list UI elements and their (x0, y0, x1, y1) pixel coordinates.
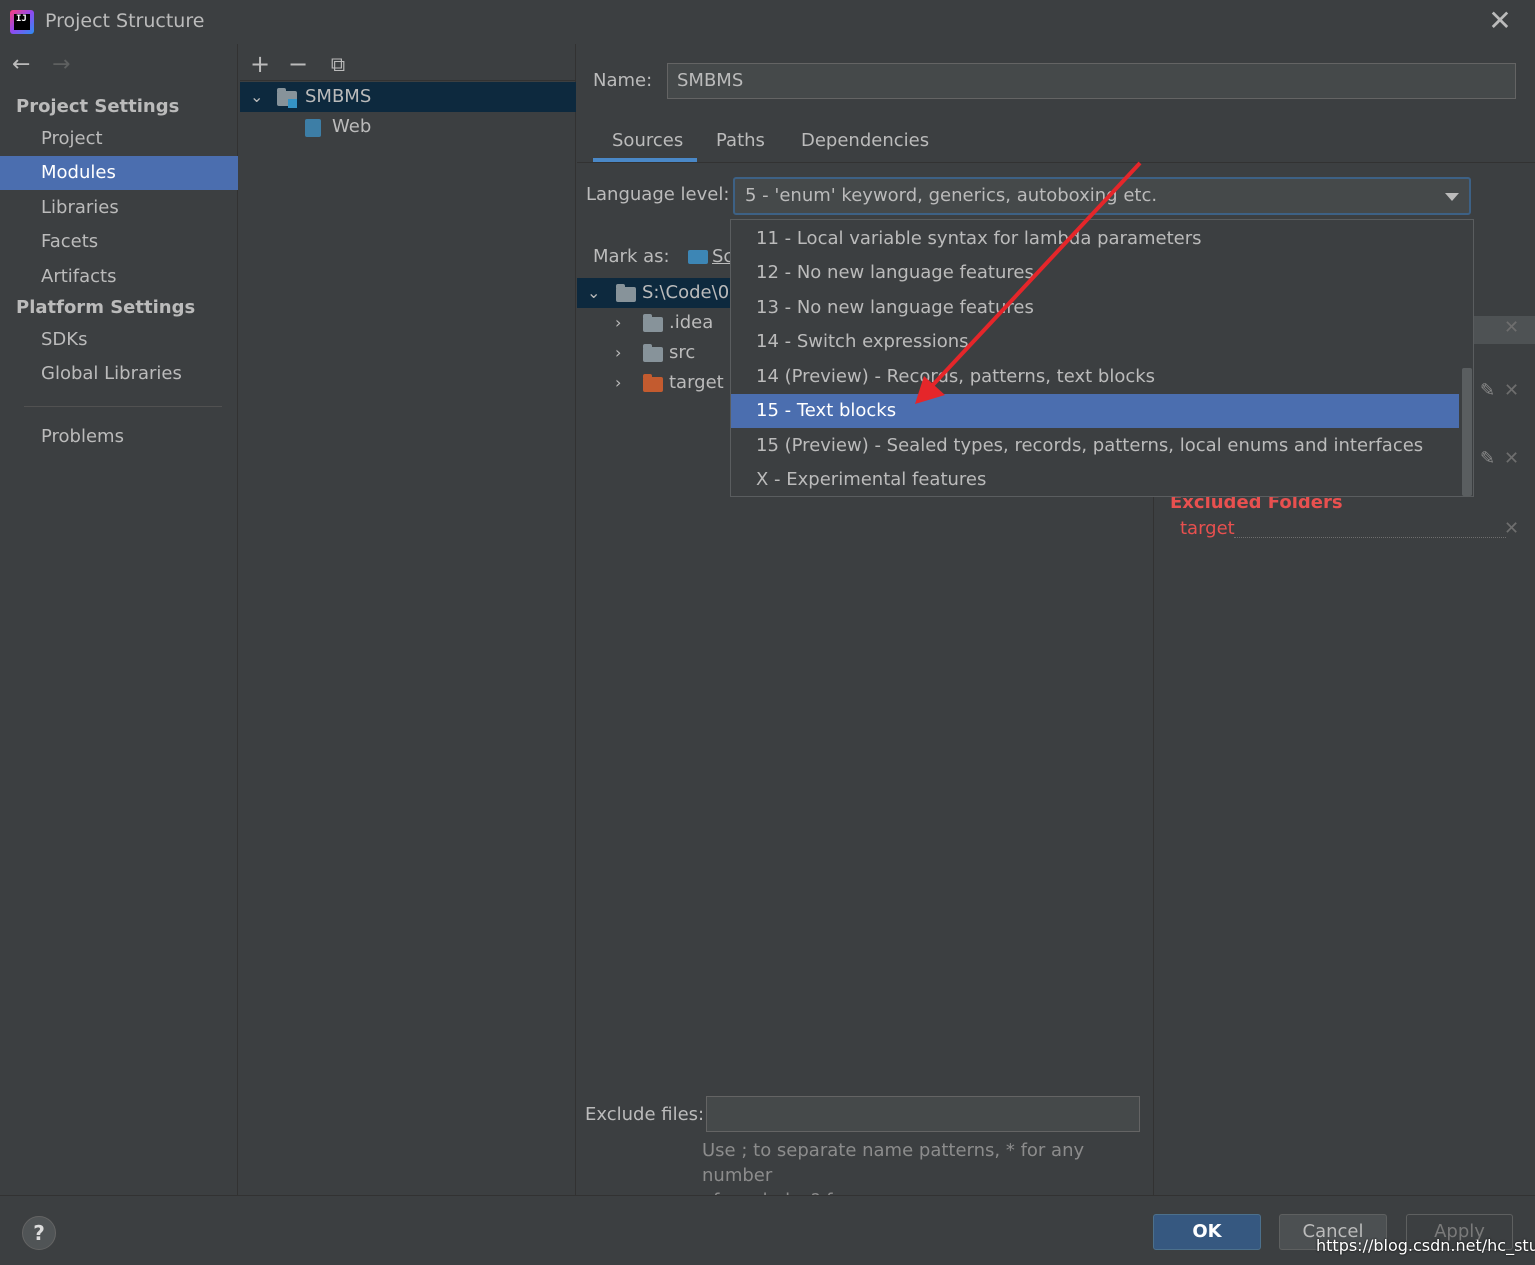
help-button[interactable]: ? (22, 1216, 56, 1250)
arrow-head (915, 376, 945, 404)
annotation-arrow (915, 161, 1142, 404)
ok-button[interactable]: OK (1153, 1214, 1261, 1250)
dialog-button-bar: ? OK Cancel Apply https://blog.csdn.net/… (0, 1195, 1535, 1265)
watermark-text: https://blog.csdn.net/hc_study (1316, 1236, 1535, 1255)
arrow-shaft (928, 161, 1142, 390)
